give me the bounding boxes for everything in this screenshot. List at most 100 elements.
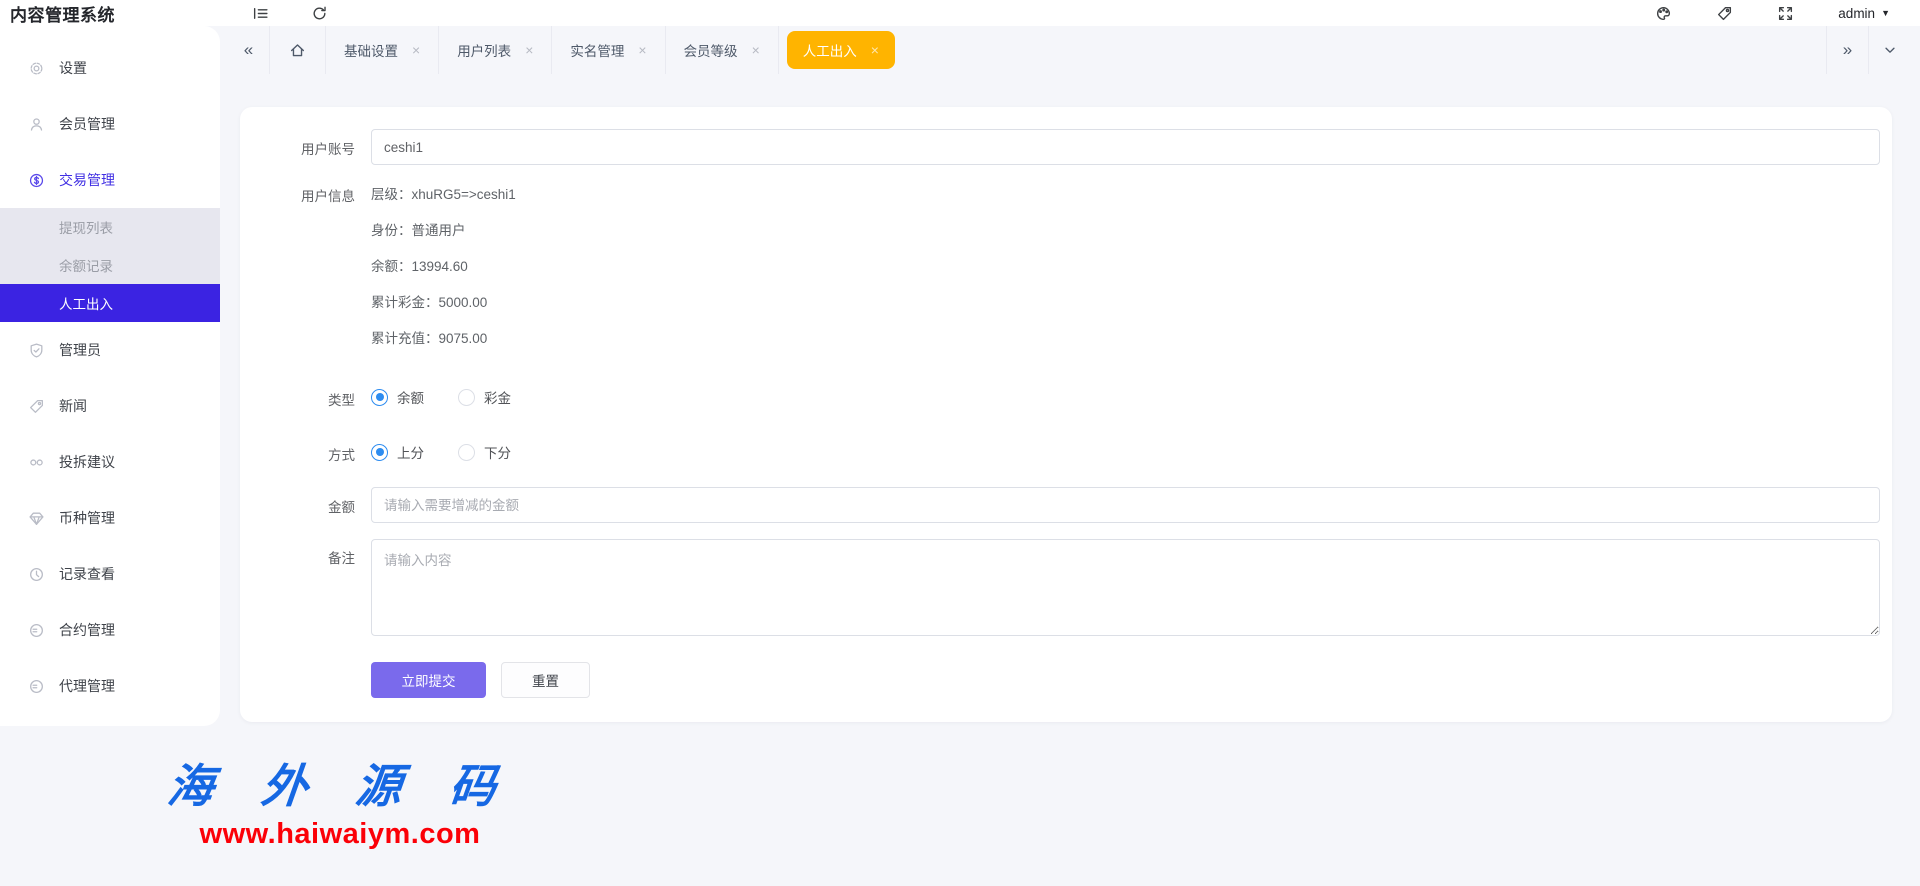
- topbar-left-icons: [252, 5, 328, 22]
- radio-dot: [371, 443, 388, 461]
- tag-icon: [28, 398, 45, 415]
- close-icon[interactable]: ×: [412, 43, 420, 57]
- tabbar-right-controls: »: [1826, 26, 1910, 74]
- tab-label: 基础设置: [344, 44, 398, 59]
- info-line-total-recharge: 累计充值：9075.00: [371, 331, 488, 346]
- tab-realname[interactable]: 实名管理 ×: [552, 26, 666, 74]
- tab-basic-settings[interactable]: 基础设置 ×: [326, 26, 440, 74]
- app-root: 内容管理系统 admin ▼ 设置 会员管理 交易管理 提现列表 余额记录 人工…: [0, 0, 1920, 886]
- theme-palette-icon[interactable]: [1655, 5, 1672, 22]
- tabs-scroll-left-button[interactable]: «: [228, 26, 270, 74]
- sidebar-item-settings[interactable]: 设置: [0, 40, 220, 96]
- tab-member-level[interactable]: 会员等级 ×: [666, 26, 779, 74]
- radio-credit-up[interactable]: 上分: [371, 442, 424, 462]
- sidebar-item-label: 会员管理: [59, 116, 115, 132]
- amount-input[interactable]: [371, 487, 1880, 523]
- submit-button[interactable]: 立即提交: [371, 662, 486, 698]
- tabs-dropdown-button[interactable]: [1868, 26, 1910, 74]
- refresh-icon[interactable]: [311, 5, 328, 22]
- sidebar-item-feedback[interactable]: 投拆建议: [0, 434, 220, 490]
- tabs-scroll-right-button[interactable]: »: [1826, 26, 1868, 74]
- sidebar-item-label: 新闻: [59, 398, 87, 414]
- tab-user-list[interactable]: 用户列表 ×: [439, 26, 553, 74]
- topbar: 内容管理系统 admin ▼: [0, 0, 1920, 26]
- tab-label: 实名管理: [570, 44, 625, 59]
- sidebar-item-contracts[interactable]: 合约管理: [0, 602, 220, 658]
- radio-credit-down[interactable]: 下分: [458, 442, 511, 462]
- radio-balance[interactable]: 余额: [371, 387, 424, 407]
- fullscreen-icon[interactable]: [1777, 5, 1794, 22]
- shield-check-icon: [28, 342, 45, 359]
- sidebar: 设置 会员管理 交易管理 提现列表 余额记录 人工出入 管理员 新闻 投拆建议 …: [0, 26, 220, 726]
- radio-label: 上分: [397, 446, 424, 461]
- gem-icon: [28, 510, 45, 527]
- close-icon[interactable]: ×: [525, 43, 533, 57]
- form-row-type: 类型 余额 彩金: [240, 387, 1892, 409]
- sidebar-subitem-manual-inout[interactable]: 人工出入: [0, 284, 220, 322]
- tab-label: 会员等级: [683, 44, 738, 59]
- sidebar-item-transactions[interactable]: 交易管理: [0, 152, 220, 208]
- sidebar-subitem-label: 人工出入: [59, 297, 113, 312]
- tag-icon[interactable]: [1716, 5, 1733, 22]
- sidebar-subitem-label: 余额记录: [59, 259, 113, 274]
- sidebar-subitem-withdraw-list[interactable]: 提现列表: [0, 208, 220, 246]
- sidebar-item-label: 交易管理: [59, 172, 115, 188]
- sidebar-item-currencies[interactable]: 币种管理: [0, 490, 220, 546]
- radio-bonus[interactable]: 彩金: [458, 387, 511, 407]
- sidebar-item-news[interactable]: 新闻: [0, 378, 220, 434]
- info-line-total-bonus: 累计彩金：5000.00: [371, 295, 488, 310]
- sidebar-item-members[interactable]: 会员管理: [0, 96, 220, 152]
- sidebar-subitem-label: 提现列表: [59, 221, 113, 236]
- close-icon[interactable]: ×: [638, 43, 646, 57]
- form-row-method: 方式 上分 下分: [240, 442, 1892, 464]
- sidebar-item-label: 设置: [59, 60, 87, 76]
- gear-icon: [28, 60, 45, 77]
- sidebar-item-records[interactable]: 记录查看: [0, 546, 220, 602]
- manual-inout-form-card: 用户账号 用户信息 层级：xhuRG5=>ceshi1 身份：普通用户 余额：1…: [240, 107, 1892, 722]
- sidebar-subitem-balance-records[interactable]: 余额记录: [0, 246, 220, 284]
- sidebar-item-admins[interactable]: 管理员: [0, 322, 220, 378]
- user-icon: [28, 116, 45, 133]
- dollar-circle-icon: [28, 172, 45, 189]
- info-line-level: 层级：xhuRG5=>ceshi1: [371, 187, 516, 202]
- infinity-icon: [28, 454, 45, 471]
- home-tab-button[interactable]: [270, 26, 326, 74]
- close-icon[interactable]: ×: [871, 43, 879, 57]
- collapse-menu-icon[interactable]: [252, 5, 269, 22]
- amount-label: 金额: [328, 500, 355, 515]
- sidebar-item-label: 代理管理: [59, 678, 115, 694]
- account-input[interactable]: [371, 129, 1880, 165]
- info-line-balance: 余额：13994.60: [371, 259, 468, 274]
- radio-dot: [371, 388, 388, 406]
- sidebar-item-label: 管理员: [59, 342, 101, 358]
- caret-down-icon: ▼: [1881, 8, 1890, 18]
- radio-dot: [458, 388, 475, 406]
- sidebar-item-label: 币种管理: [59, 510, 115, 526]
- remark-textarea[interactable]: [371, 539, 1880, 636]
- user-menu[interactable]: admin ▼: [1838, 6, 1890, 21]
- sidebar-item-agents[interactable]: 代理管理: [0, 658, 220, 714]
- contract-icon: [28, 622, 45, 639]
- agent-icon: [28, 678, 45, 695]
- radio-label: 余额: [397, 391, 424, 406]
- username: admin: [1838, 5, 1876, 21]
- type-radio-group: 余额 彩金: [371, 387, 1880, 407]
- user-info-block: 层级：xhuRG5=>ceshi1 身份：普通用户 余额：13994.60 累计…: [371, 177, 1880, 357]
- info-line-identity: 身份：普通用户: [371, 223, 466, 238]
- remark-label: 备注: [328, 551, 355, 566]
- close-icon[interactable]: ×: [752, 43, 760, 57]
- method-radio-group: 上分 下分: [371, 442, 1880, 462]
- main-area: « 基础设置 × 用户列表 × 实名管理 × 会员等级 × 人工出入 × » 用…: [220, 26, 1920, 886]
- tab-label: 人工出入: [802, 44, 857, 59]
- reset-button[interactable]: 重置: [501, 662, 590, 698]
- method-label: 方式: [328, 448, 355, 463]
- tab-manual-inout-active[interactable]: 人工出入 ×: [786, 31, 895, 69]
- history-icon: [28, 566, 45, 583]
- type-label: 类型: [328, 393, 355, 408]
- form-row-actions: 立即提交 重置: [240, 662, 1892, 698]
- chevron-down-icon: [1884, 47, 1895, 53]
- form-row-account: 用户账号: [240, 129, 1892, 165]
- sidebar-item-label: 投拆建议: [59, 454, 115, 470]
- sidebar-item-label: 记录查看: [59, 566, 115, 582]
- app-title: 内容管理系统: [10, 5, 115, 25]
